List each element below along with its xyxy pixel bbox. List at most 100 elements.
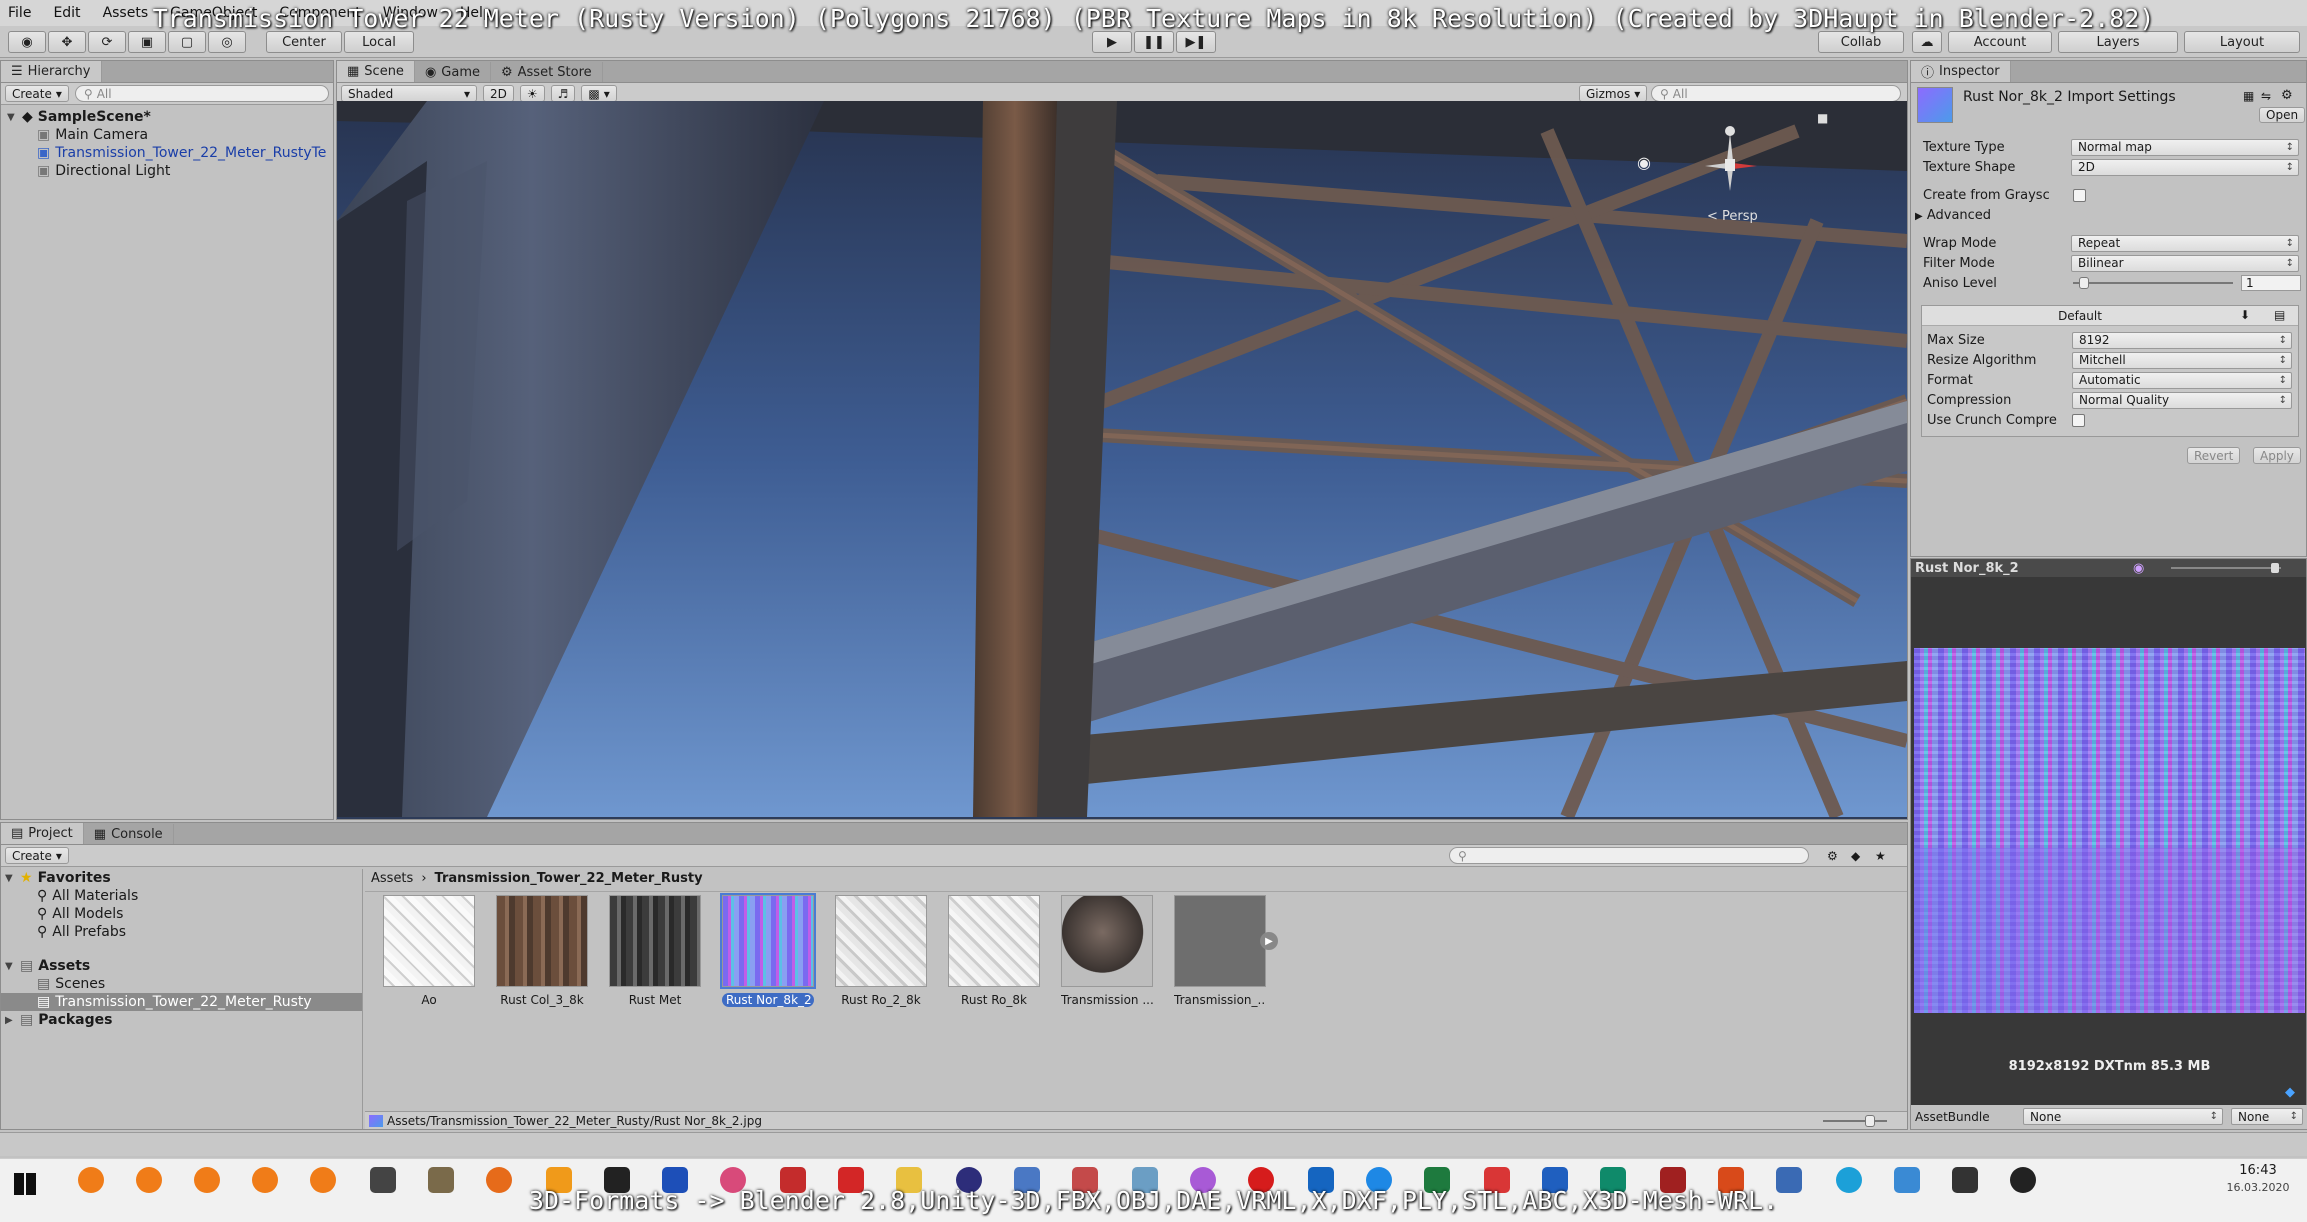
pause-button[interactable]: ❚❚ xyxy=(1134,31,1174,53)
excel-icon[interactable] xyxy=(1424,1167,1450,1193)
asset-thumb-rust-met[interactable]: Rust Met xyxy=(609,895,701,1007)
scene-root[interactable]: ▼ ◆ SampleScene* xyxy=(7,108,327,126)
favorites-folder[interactable]: ▼ ★ Favorites xyxy=(1,869,362,887)
collab-button[interactable]: Collab xyxy=(1818,31,1904,53)
clock-date[interactable]: 16.03.2020 xyxy=(2220,1181,2296,1194)
app-icon[interactable] xyxy=(1484,1167,1510,1193)
blender-icon[interactable] xyxy=(252,1167,278,1193)
transform-tool-button[interactable]: ◎ xyxy=(208,31,246,53)
asset-thumb-rust-col[interactable]: Rust Col_3_8k xyxy=(496,895,588,1007)
aniso-slider-handle[interactable] xyxy=(2079,277,2089,289)
effects-dropdown[interactable]: ▩ ▾ xyxy=(581,85,617,102)
aniso-input[interactable]: 1 xyxy=(2241,275,2301,291)
assets-folder[interactable]: ▼ ▤ Assets xyxy=(1,957,362,975)
hierarchy-create-button[interactable]: Create ▾ xyxy=(5,85,69,102)
blender-icon[interactable] xyxy=(194,1167,220,1193)
crunch-checkbox[interactable] xyxy=(2072,413,2085,427)
assetbundle-dropdown[interactable]: None xyxy=(2023,1108,2223,1125)
advanced-foldout[interactable]: ▶ Advanced xyxy=(1911,205,2306,225)
help-icon[interactable]: ▦ xyxy=(2243,89,2254,103)
pivot-center-button[interactable]: Center xyxy=(266,31,342,53)
menu-assets[interactable]: Assets xyxy=(103,5,149,21)
access-icon[interactable] xyxy=(1660,1167,1686,1193)
layers-dropdown[interactable]: Layers xyxy=(2058,31,2178,53)
asset-thumb-material[interactable]: Transmission ... xyxy=(1061,895,1153,1007)
word-icon[interactable] xyxy=(1542,1167,1568,1193)
open-button[interactable]: Open xyxy=(2259,107,2306,123)
apply-button[interactable]: Apply xyxy=(2253,447,2301,464)
app-icon[interactable] xyxy=(1132,1167,1158,1193)
move-tool-button[interactable]: ✥ xyxy=(48,31,86,53)
blender-icon[interactable] xyxy=(136,1167,162,1193)
format-dropdown[interactable]: Automatic xyxy=(2072,371,2292,389)
resize-dropdown[interactable]: Mitchell xyxy=(2072,351,2292,369)
mip-slider-handle[interactable] xyxy=(2271,563,2279,573)
packages-folder[interactable]: ▶ ▤ Packages xyxy=(1,1011,362,1029)
edge-icon[interactable] xyxy=(1366,1167,1392,1193)
asset-thumb-model[interactable]: Transmission_... xyxy=(1174,895,1266,1007)
hierarchy-item-main-camera[interactable]: ▣ Main Camera xyxy=(7,126,327,144)
gear-icon[interactable]: ⚙ xyxy=(2281,88,2293,103)
app-icon[interactable] xyxy=(428,1167,454,1193)
app-icon[interactable] xyxy=(780,1167,806,1193)
channel-icon[interactable]: ◉ xyxy=(2133,561,2144,576)
variant-dropdown[interactable]: None xyxy=(2231,1108,2303,1125)
mip-slider[interactable] xyxy=(2171,567,2281,569)
tab-project[interactable]: ▤ Project xyxy=(1,823,84,844)
asset-thumb-rust-nor[interactable]: Rust Nor_8k_2 xyxy=(720,893,816,1007)
grayscale-checkbox[interactable] xyxy=(2073,188,2086,202)
favorite-all-prefabs[interactable]: ⚲ All Prefabs xyxy=(1,923,362,941)
menu-help[interactable]: Help xyxy=(460,5,492,21)
lighting-toggle[interactable]: ☀ xyxy=(519,85,545,102)
breadcrumb-assets[interactable]: Assets xyxy=(371,871,413,886)
app-icon[interactable] xyxy=(1776,1167,1802,1193)
max-size-dropdown[interactable]: 8192 xyxy=(2072,331,2292,349)
firefox-icon[interactable] xyxy=(486,1167,512,1193)
blender-icon[interactable] xyxy=(310,1167,336,1193)
revert-button[interactable]: Revert xyxy=(2187,447,2241,464)
filter-type-icon[interactable]: ⚙ xyxy=(1827,849,1838,863)
filter-mode-dropdown[interactable]: Bilinear xyxy=(2071,254,2299,272)
windows-start-icon[interactable] xyxy=(14,1173,36,1195)
tag-icon[interactable]: ◆ xyxy=(2285,1085,2295,1100)
tab-console[interactable]: ▦ Console xyxy=(84,824,174,844)
download-icon[interactable]: ⬇ xyxy=(2240,308,2250,322)
scene-search-input[interactable]: ⚲ All xyxy=(1651,85,1901,102)
powerpoint-icon[interactable] xyxy=(1718,1167,1744,1193)
app-icon[interactable] xyxy=(2010,1167,2036,1193)
platform-icon[interactable]: ▤ xyxy=(2274,308,2285,322)
publisher-icon[interactable] xyxy=(1600,1167,1626,1193)
unity-icon[interactable] xyxy=(370,1167,396,1193)
app-icon[interactable] xyxy=(720,1167,746,1193)
scene-viewport[interactable]: ◉ ■ < Persp xyxy=(337,101,1907,817)
app-icon[interactable] xyxy=(1894,1167,1920,1193)
label-icon[interactable]: ◆ xyxy=(1851,849,1860,863)
project-search-input[interactable]: ⚲ xyxy=(1449,847,1809,864)
app-icon[interactable] xyxy=(956,1167,982,1193)
default-platform-tab[interactable]: Default xyxy=(1922,309,2238,323)
menu-edit[interactable]: Edit xyxy=(53,5,80,21)
pivot-local-button[interactable]: Local xyxy=(344,31,414,53)
play-button[interactable]: ▶ xyxy=(1092,31,1132,53)
outlook-icon[interactable] xyxy=(1308,1167,1334,1193)
skype-icon[interactable] xyxy=(1836,1167,1862,1193)
opera-icon[interactable] xyxy=(1248,1167,1274,1193)
folder-icon[interactable] xyxy=(896,1167,922,1193)
unity-icon[interactable] xyxy=(1952,1167,1978,1193)
asset-thumb-rust-ro-2[interactable]: Rust Ro_2_8k xyxy=(835,895,927,1007)
texture-type-dropdown[interactable]: Normal map xyxy=(2071,138,2299,156)
rect-tool-button[interactable]: ▢ xyxy=(168,31,206,53)
audio-toggle[interactable]: ♬ xyxy=(550,85,576,102)
layout-dropdown[interactable]: Layout xyxy=(2184,31,2300,53)
favorite-all-materials[interactable]: ⚲ All Materials xyxy=(1,887,362,905)
tab-game[interactable]: ◉ Game xyxy=(415,62,491,82)
asset-thumb-rust-ro[interactable]: Rust Ro_8k xyxy=(948,895,1040,1007)
hierarchy-search-input[interactable]: ⚲ All xyxy=(74,85,329,102)
thumbnail-size-slider[interactable] xyxy=(1823,1120,1887,1122)
orientation-gizmo[interactable] xyxy=(1675,111,1785,221)
account-dropdown[interactable]: Account xyxy=(1948,31,2052,53)
hierarchy-item-tower[interactable]: ▣ Transmission_Tower_22_Meter_RustyTe xyxy=(7,144,327,162)
asset-thumb-ao[interactable]: Ao xyxy=(383,895,475,1007)
step-button[interactable]: ▶❚ xyxy=(1176,31,1216,53)
wrap-mode-dropdown[interactable]: Repeat xyxy=(2071,234,2299,252)
